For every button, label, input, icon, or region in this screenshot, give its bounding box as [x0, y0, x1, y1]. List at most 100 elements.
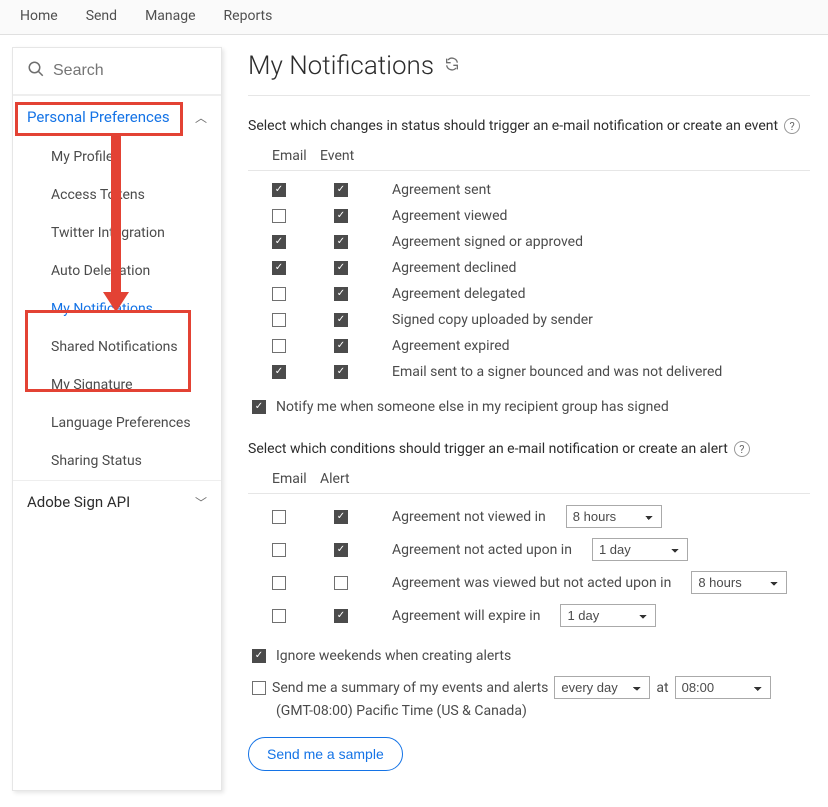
event-checkbox[interactable] — [334, 209, 348, 223]
email-checkbox[interactable] — [272, 365, 286, 379]
event-rows: Agreement sent Agreement viewed Agreement … — [248, 171, 810, 385]
search-input[interactable] — [53, 62, 207, 80]
summary-time-select[interactable]: 08:00 — [675, 676, 771, 699]
email-checkbox[interactable] — [272, 609, 286, 623]
email-checkbox[interactable] — [272, 287, 286, 301]
summary-pre: Send me a summary of my events and alert… — [272, 680, 548, 696]
summary-at: at — [656, 680, 668, 696]
chevron-down-icon: ﹀ — [195, 494, 207, 511]
event-row: Signed copy uploaded by sender — [248, 307, 810, 333]
nav-home[interactable]: Home — [20, 8, 58, 24]
section-title: Personal Preferences — [27, 108, 170, 126]
notify-group-checkbox[interactable] — [252, 400, 266, 414]
section-adobe-sign-api[interactable]: Adobe Sign API ﹀ — [13, 480, 221, 523]
event-checkbox[interactable] — [334, 183, 348, 197]
alert-row: Agreement was viewed but not acted upon … — [248, 566, 810, 599]
notify-group-label: Notify me when someone else in my recipi… — [276, 399, 669, 415]
alert-duration-select[interactable]: 1 day — [592, 538, 688, 561]
sidebar: Personal Preferences ︿ My Profile Access… — [12, 47, 222, 791]
top-nav: Home Send Manage Reports — [0, 0, 828, 35]
email-checkbox[interactable] — [272, 235, 286, 249]
email-checkbox[interactable] — [272, 543, 286, 557]
sidebar-item-my-signature[interactable]: My Signature — [13, 366, 221, 404]
alert-label: Agreement will expire in — [392, 608, 540, 624]
event-label: Email sent to a signer bounced and was n… — [392, 364, 722, 380]
ignore-weekends-checkbox[interactable] — [252, 649, 266, 663]
event-label: Agreement sent — [392, 182, 491, 198]
send-sample-button[interactable]: Send me a sample — [248, 737, 403, 771]
summary-checkbox[interactable] — [252, 681, 266, 695]
sidebar-item-twitter-integration[interactable]: Twitter Integration — [13, 214, 221, 252]
event-label: Agreement signed or approved — [392, 234, 583, 250]
col-email: Email — [272, 148, 306, 164]
email-checkbox[interactable] — [272, 576, 286, 590]
sidebar-item-sharing-status[interactable]: Sharing Status — [13, 442, 221, 480]
event-checkbox[interactable] — [334, 287, 348, 301]
event-checkbox[interactable] — [334, 365, 348, 379]
alert-row: Agreement not acted upon in 1 day — [248, 533, 810, 566]
alert-label: Agreement was viewed but not acted upon … — [392, 575, 671, 591]
email-checkbox[interactable] — [272, 313, 286, 327]
alert-checkbox[interactable] — [334, 510, 348, 524]
nav-manage[interactable]: Manage — [145, 8, 195, 24]
search-icon — [27, 60, 45, 82]
sidebar-item-shared-notifications[interactable]: Shared Notifications — [13, 328, 221, 366]
section-personal-preferences[interactable]: Personal Preferences ︿ — [13, 95, 221, 138]
alert-label: Agreement not viewed in — [392, 509, 546, 525]
alert-duration-select[interactable]: 1 day — [560, 604, 656, 627]
event-row: Agreement signed or approved — [248, 229, 810, 255]
email-checkbox[interactable] — [272, 261, 286, 275]
help-icon[interactable]: ? — [784, 118, 800, 134]
events-intro: Select which changes in status should tr… — [248, 118, 778, 134]
help-icon[interactable]: ? — [734, 441, 750, 457]
refresh-icon[interactable] — [444, 56, 460, 76]
summary-timezone: (GMT-08:00) Pacific Time (US & Canada) — [248, 703, 810, 719]
event-checkbox[interactable] — [334, 313, 348, 327]
event-row: Agreement declined — [248, 255, 810, 281]
sidebar-item-language-preferences[interactable]: Language Preferences — [13, 404, 221, 442]
summary-frequency-select[interactable]: every day — [554, 676, 650, 699]
ignore-weekends-label: Ignore weekends when creating alerts — [276, 648, 511, 664]
event-row: Agreement delegated — [248, 281, 810, 307]
chevron-up-icon: ︿ — [195, 109, 207, 126]
event-row: Agreement expired — [248, 333, 810, 359]
event-row: Email sent to a signer bounced and was n… — [248, 359, 810, 385]
event-label: Agreement delegated — [392, 286, 525, 302]
email-checkbox[interactable] — [272, 209, 286, 223]
alert-rows: Agreement not viewed in8 hoursAgreement … — [248, 494, 810, 632]
col-event: Event — [320, 148, 354, 164]
personal-items: My Profile Access Tokens Twitter Integra… — [13, 138, 221, 480]
alert-checkbox[interactable] — [334, 576, 348, 590]
col-alert: Alert — [320, 471, 350, 487]
alert-row: Agreement will expire in 1 day — [248, 599, 810, 632]
alert-checkbox[interactable] — [334, 543, 348, 557]
email-checkbox[interactable] — [272, 339, 286, 353]
event-checkbox[interactable] — [334, 261, 348, 275]
event-label: Agreement expired — [392, 338, 510, 354]
main-content: My Notifications Select which changes in… — [242, 47, 816, 791]
sidebar-item-access-tokens[interactable]: Access Tokens — [13, 176, 221, 214]
event-checkbox[interactable] — [334, 339, 348, 353]
alert-checkbox[interactable] — [334, 609, 348, 623]
event-row: Agreement sent — [248, 177, 810, 203]
section-title: Adobe Sign API — [27, 493, 130, 511]
sidebar-item-auto-delegation[interactable]: Auto Delegation — [13, 252, 221, 290]
event-row: Agreement viewed — [248, 203, 810, 229]
alert-label: Agreement not acted upon in — [392, 542, 572, 558]
alert-duration-select[interactable]: 8 hours — [566, 505, 662, 528]
col-email: Email — [272, 471, 306, 487]
email-checkbox[interactable] — [272, 183, 286, 197]
sidebar-item-my-notifications[interactable]: My Notifications — [13, 290, 221, 328]
page-title: My Notifications — [248, 51, 434, 81]
event-label: Signed copy uploaded by sender — [392, 312, 593, 328]
alert-row: Agreement not viewed in 8 hours — [248, 500, 810, 533]
nav-reports[interactable]: Reports — [224, 8, 273, 24]
sidebar-item-my-profile[interactable]: My Profile — [13, 138, 221, 176]
alert-duration-select[interactable]: 8 hours — [691, 571, 787, 594]
alerts-intro: Select which conditions should trigger a… — [248, 441, 728, 457]
email-checkbox[interactable] — [272, 510, 286, 524]
event-label: Agreement viewed — [392, 208, 507, 224]
event-label: Agreement declined — [392, 260, 516, 276]
nav-send[interactable]: Send — [86, 8, 117, 24]
event-checkbox[interactable] — [334, 235, 348, 249]
